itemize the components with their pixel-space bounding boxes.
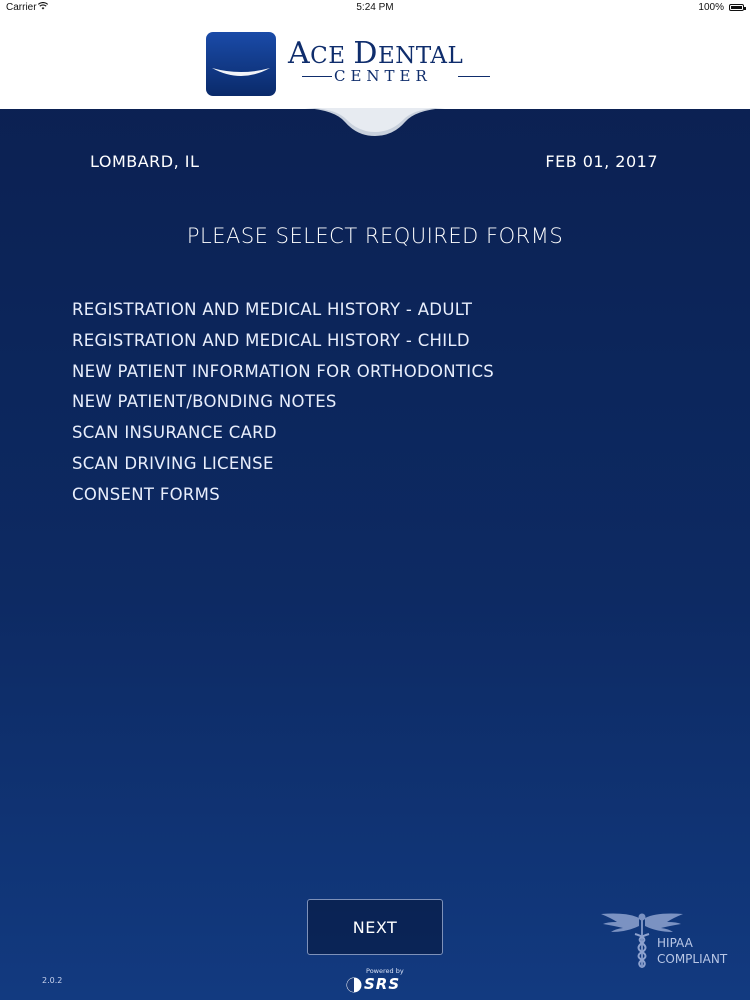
tooth-smile-logo-icon <box>206 32 276 96</box>
hipaa-compliant-label: HIPAA COMPLIANT <box>657 936 728 966</box>
page-title: PLEASE SELECT REQUIRED FORMS <box>186 224 564 248</box>
logo-subtitle: CENTER <box>290 67 490 85</box>
battery-percentage: 100% <box>698 2 724 13</box>
logo-subtitle-text: CENTER <box>334 67 432 85</box>
srs-brand-text: SRS <box>364 975 401 993</box>
battery-icon <box>729 4 746 11</box>
forms-list: REGISTRATION AND MEDICAL HISTORY - ADULT… <box>72 298 494 514</box>
next-button[interactable]: NEXT <box>307 899 443 955</box>
form-item-registration-adult[interactable]: REGISTRATION AND MEDICAL HISTORY - ADULT <box>72 298 494 329</box>
hipaa-badge: HIPAA COMPLIANT <box>597 910 737 970</box>
form-item-consent[interactable]: CONSENT FORMS <box>72 483 494 514</box>
location-label: LOMBARD, IL <box>90 152 200 171</box>
form-item-orthodontics[interactable]: NEW PATIENT INFORMATION FOR ORTHODONTICS <box>72 360 494 391</box>
form-item-scan-insurance[interactable]: SCAN INSURANCE CARD <box>72 421 494 452</box>
status-bar: Carrier 5:24 PM 100% <box>0 0 750 16</box>
app-header: ACE DENTAL CENTER <box>0 16 750 109</box>
logo-title: ACE DENTAL <box>288 36 464 71</box>
powered-by-label: Powered by <box>366 967 404 975</box>
form-item-bonding-notes[interactable]: NEW PATIENT/BONDING NOTES <box>72 390 494 421</box>
app-screen: Carrier 5:24 PM 100% ACE DENTAL CENTER L… <box>0 0 750 1000</box>
clock: 5:24 PM <box>356 2 394 13</box>
srs-logo: SRS <box>345 975 407 993</box>
srs-logo-icon <box>346 977 362 993</box>
header-notch <box>305 108 445 136</box>
form-item-scan-license[interactable]: SCAN DRIVING LICENSE <box>72 452 494 483</box>
form-item-registration-child[interactable]: REGISTRATION AND MEDICAL HISTORY - CHILD <box>72 329 494 360</box>
version-label: 2.0.2 <box>42 976 63 985</box>
date-label: FEB 01, 2017 <box>545 152 658 171</box>
